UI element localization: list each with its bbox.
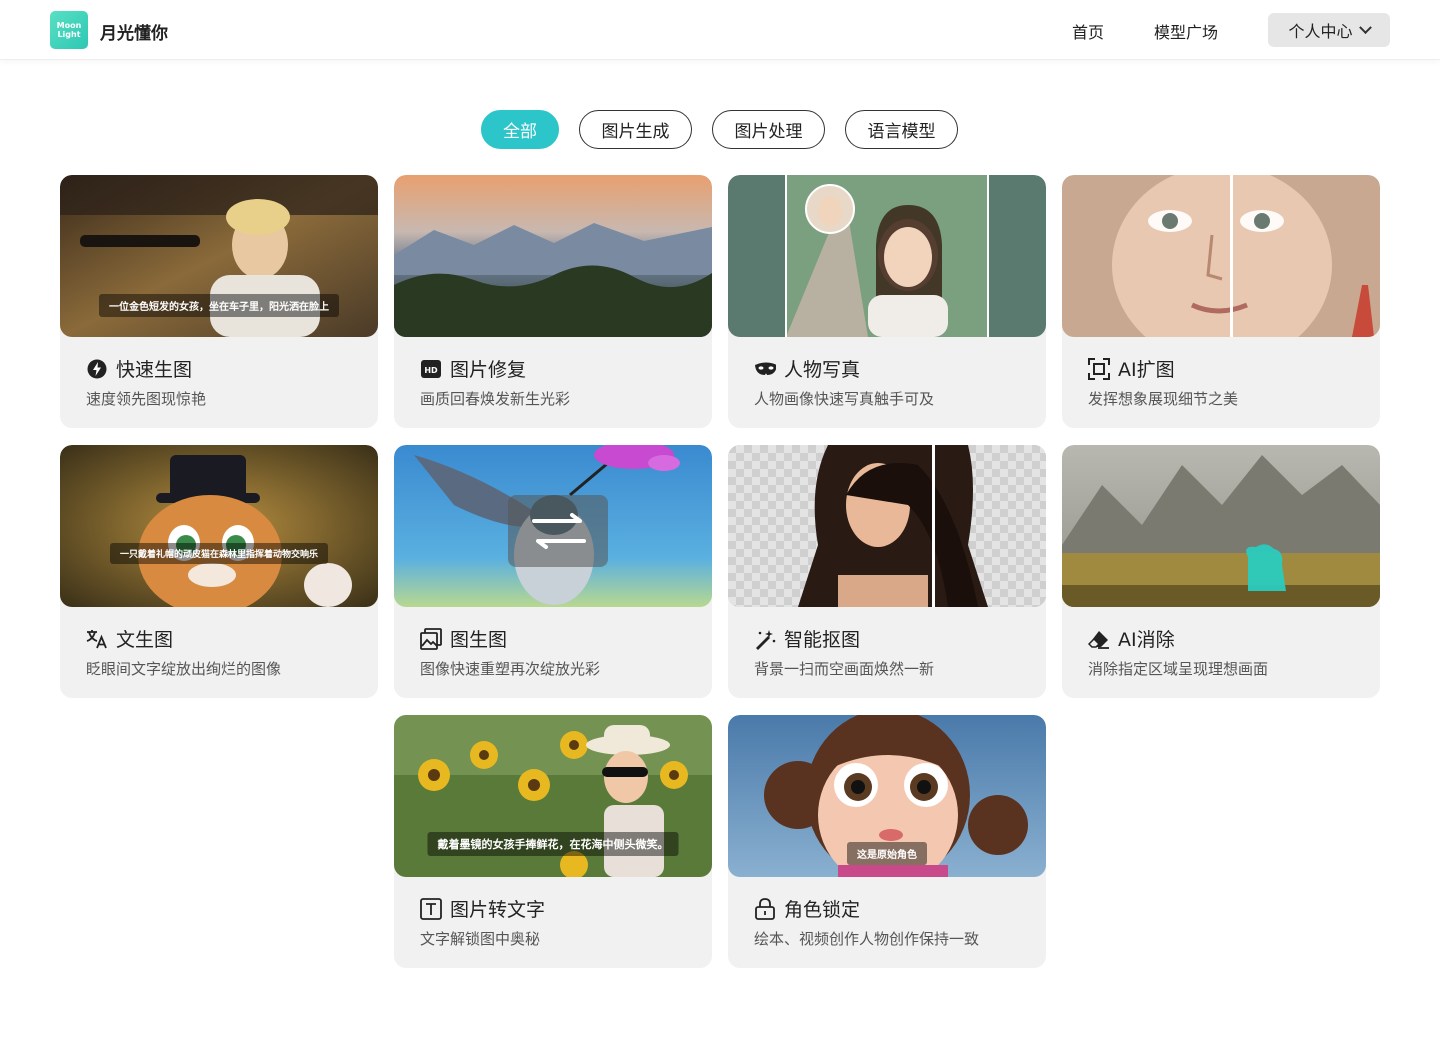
card-thumbnail bbox=[1062, 445, 1380, 607]
image-stack-icon bbox=[420, 627, 442, 650]
card-subtitle: 人物画像快速写真触手可及 bbox=[754, 390, 935, 408]
card-character-lock[interactable]: 这是原始角色 角色锁定 绘本、视频创作人物创作保持一致 bbox=[728, 715, 1046, 968]
card-title: AI扩图 bbox=[1118, 359, 1175, 381]
card-title-row: 人物写真 bbox=[754, 355, 860, 382]
card-title-row: 智能抠图 bbox=[754, 625, 860, 652]
filter-image-processing[interactable]: 图片处理 bbox=[712, 110, 825, 149]
card-portrait[interactable]: 人物写真 人物画像快速写真触手可及 bbox=[728, 175, 1046, 428]
card-thumbnail bbox=[728, 175, 1046, 337]
card-thumbnail: 戴着墨镜的女孩手捧鲜花，在花海中侧头微笑。 bbox=[394, 715, 712, 877]
card-ai-outpaint[interactable]: AI扩图 发挥想象展现细节之美 bbox=[1062, 175, 1380, 428]
user-center-button[interactable]: 个人中心 bbox=[1268, 13, 1390, 47]
card-thumbnail: 一位金色短发的女孩，坐在车子里，阳光洒在脸上 bbox=[60, 175, 378, 337]
svg-text:HD: HD bbox=[424, 366, 438, 375]
card-title-row: AI扩图 bbox=[1088, 355, 1175, 382]
card-thumbnail: 一只戴着礼帽的顽皮猫在森林里指挥着动物交响乐 bbox=[60, 445, 378, 607]
card-image-restore[interactable]: HD 图片修复 画质回春焕发新生光彩 bbox=[394, 175, 712, 428]
card-title-row: 图片转文字 bbox=[420, 895, 545, 922]
card-title: 人物写真 bbox=[784, 359, 861, 381]
image-caption: 这是原始角色 bbox=[847, 842, 927, 865]
card-thumbnail bbox=[1062, 175, 1380, 337]
image-caption: 一位金色短发的女孩，坐在车子里，阳光洒在脸上 bbox=[99, 294, 339, 317]
card-thumbnail bbox=[394, 445, 712, 607]
image-caption: 戴着墨镜的女孩手捧鲜花，在花海中侧头微笑。 bbox=[427, 832, 679, 856]
card-subtitle: 画质回春焕发新生光彩 bbox=[420, 390, 571, 408]
nav-model-square[interactable]: 模型广场 bbox=[1154, 19, 1218, 43]
card-subtitle: 图像快速重塑再次绽放光彩 bbox=[420, 660, 601, 678]
expand-frame-icon bbox=[1088, 357, 1110, 380]
card-title: 图生图 bbox=[450, 629, 508, 651]
hd-icon: HD bbox=[420, 358, 442, 380]
moonlight-logo[interactable]: Moon Light bbox=[50, 11, 88, 49]
eraser-icon bbox=[1088, 628, 1110, 650]
card-title: 图片转文字 bbox=[450, 899, 546, 921]
mask-icon bbox=[754, 358, 776, 380]
card-subtitle: 发挥想象展现细节之美 bbox=[1088, 390, 1239, 408]
card-title: 图片修复 bbox=[450, 359, 527, 381]
card-ai-erase[interactable]: AI消除 消除指定区域呈现理想画面 bbox=[1062, 445, 1380, 698]
filter-image-generation[interactable]: 图片生成 bbox=[579, 110, 692, 149]
top-header: Moon Light 月光懂你 首页 模型广场 个人中心 bbox=[0, 0, 1440, 60]
brand-name[interactable]: 月光懂你 bbox=[100, 19, 168, 44]
user-center-label: 个人中心 bbox=[1288, 22, 1353, 41]
text-box-icon bbox=[420, 897, 442, 920]
nav-home[interactable]: 首页 bbox=[1072, 19, 1104, 43]
filter-language-model[interactable]: 语言模型 bbox=[845, 110, 958, 149]
logo-line-2: Light bbox=[57, 30, 81, 39]
translate-icon bbox=[86, 628, 108, 650]
card-title: 角色锁定 bbox=[784, 899, 861, 921]
card-subtitle: 文字解锁图中奥秘 bbox=[420, 930, 541, 948]
chevron-down-icon bbox=[1358, 20, 1372, 34]
card-thumbnail bbox=[728, 445, 1046, 607]
card-title-row: 快速生图 bbox=[86, 355, 192, 382]
card-title: AI消除 bbox=[1118, 629, 1175, 651]
lightning-icon bbox=[86, 358, 108, 380]
filter-all[interactable]: 全部 bbox=[481, 110, 559, 149]
card-subtitle: 眨眼间文字绽放出绚烂的图像 bbox=[86, 660, 282, 678]
card-title-row: 文生图 bbox=[86, 625, 173, 652]
logo-line-1: Moon bbox=[56, 21, 82, 30]
card-image-to-image[interactable]: 图生图 图像快速重塑再次绽放光彩 bbox=[394, 445, 712, 698]
card-text-to-image[interactable]: 一只戴着礼帽的顽皮猫在森林里指挥着动物交响乐 文生图 眨眼间文字绽放出绚烂的图像 bbox=[60, 445, 378, 698]
card-subtitle: 背景一扫而空画面焕然一新 bbox=[754, 660, 935, 678]
card-smart-cutout[interactable]: 智能抠图 背景一扫而空画面焕然一新 bbox=[728, 445, 1046, 698]
image-caption: 一只戴着礼帽的顽皮猫在森林里指挥着动物交响乐 bbox=[109, 543, 329, 564]
card-image-to-text[interactable]: 戴着墨镜的女孩手捧鲜花，在花海中侧头微笑。 图片转文字 文字解锁图中奥秘 bbox=[394, 715, 712, 968]
card-title: 文生图 bbox=[116, 629, 174, 651]
card-subtitle: 消除指定区域呈现理想画面 bbox=[1088, 660, 1269, 678]
card-title: 快速生图 bbox=[116, 359, 193, 381]
lock-icon bbox=[754, 897, 776, 920]
card-subtitle: 速度领先图现惊艳 bbox=[86, 390, 207, 408]
card-title-row: 图生图 bbox=[420, 625, 507, 652]
magic-wand-icon bbox=[754, 628, 776, 650]
card-title: 智能抠图 bbox=[784, 629, 861, 651]
card-title-row: 角色锁定 bbox=[754, 895, 860, 922]
card-thumbnail bbox=[394, 175, 712, 337]
card-title-row: HD 图片修复 bbox=[420, 355, 526, 382]
card-title-row: AI消除 bbox=[1088, 625, 1175, 652]
card-fast-generate[interactable]: 一位金色短发的女孩，坐在车子里，阳光洒在脸上 快速生图 速度领先图现惊艳 bbox=[60, 175, 378, 428]
card-subtitle: 绘本、视频创作人物创作保持一致 bbox=[754, 930, 980, 948]
card-thumbnail: 这是原始角色 bbox=[728, 715, 1046, 877]
